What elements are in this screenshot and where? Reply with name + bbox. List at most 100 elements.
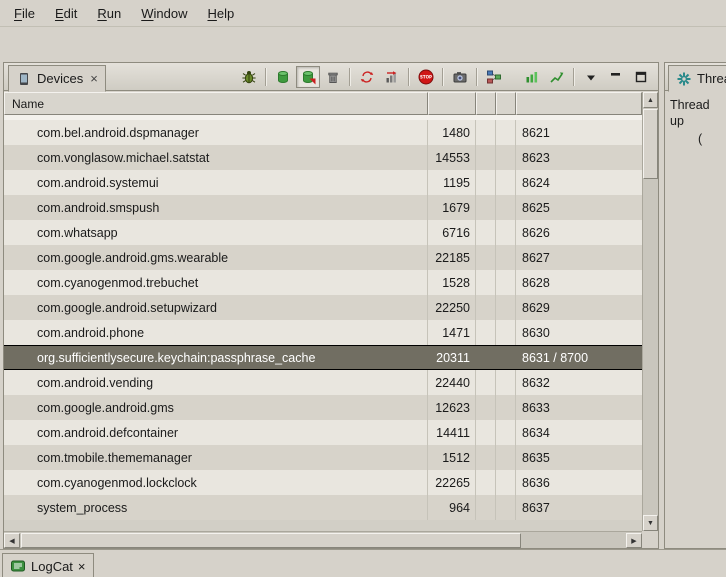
devices-toolbar: STOP bbox=[237, 66, 653, 88]
table-row[interactable]: com.cyanogenmod.lockclock222658636 bbox=[4, 470, 642, 495]
maximize-button[interactable] bbox=[629, 66, 653, 88]
process-pid: 1195 bbox=[428, 170, 476, 195]
toolbar-separator bbox=[265, 68, 267, 86]
devices-tabbar: Devices × bbox=[4, 63, 658, 91]
table-row[interactable]: com.bel.android.dspmanager1480 8621 bbox=[4, 120, 642, 145]
close-icon[interactable]: × bbox=[78, 559, 86, 574]
threads-icon bbox=[676, 71, 692, 87]
tab-devices[interactable]: Devices × bbox=[8, 65, 106, 92]
process-name: com.google.android.gms.wearable bbox=[4, 245, 428, 270]
process-pid: 12623 bbox=[428, 395, 476, 420]
process-name: com.cyanogenmod.lockclock bbox=[4, 470, 428, 495]
table-row[interactable]: com.android.defcontainer144118634 bbox=[4, 420, 642, 445]
table-row[interactable]: com.whatsapp67168626 bbox=[4, 220, 642, 245]
vertical-scrollbar[interactable]: ▲ ▼ bbox=[642, 92, 658, 531]
tab-logcat-label: LogCat bbox=[31, 559, 73, 574]
threads-body: Thread up ( bbox=[665, 91, 726, 155]
dump-hprof-button[interactable] bbox=[296, 66, 320, 88]
table-row[interactable]: system_process9648637 bbox=[4, 495, 642, 520]
process-pid: 1471 bbox=[428, 320, 476, 345]
table-row[interactable]: com.cyanogenmod.trebuchet1528 8628 bbox=[4, 270, 642, 295]
process-name: system_process bbox=[4, 495, 428, 520]
table-row[interactable]: com.google.android.setupwizard222508629 bbox=[4, 295, 642, 320]
process-name: com.cyanogenmod.trebuchet bbox=[4, 270, 428, 295]
process-port: 8628 bbox=[516, 270, 642, 295]
column-header-name[interactable]: Name bbox=[4, 92, 428, 115]
tab-logcat[interactable]: LogCat × bbox=[2, 553, 94, 577]
horizontal-scrollbar[interactable]: ◀ ▶ bbox=[4, 531, 642, 548]
toolbar-separator bbox=[349, 68, 351, 86]
process-name: com.tmobile.thememanager bbox=[4, 445, 428, 470]
scroll-right-arrow[interactable]: ▶ bbox=[626, 533, 642, 548]
table-row[interactable]: com.vonglasow.michael.satstat145538623 bbox=[4, 145, 642, 170]
process-pid: 1528 bbox=[428, 270, 476, 295]
table-row[interactable]: com.android.phone14718630 bbox=[4, 320, 642, 345]
menu-item-help[interactable]: Help bbox=[197, 0, 244, 26]
process-name: com.whatsapp bbox=[4, 220, 428, 245]
process-port: 8637 bbox=[516, 495, 642, 520]
scroll-up-arrow[interactable]: ▲ bbox=[643, 92, 658, 108]
svg-text:STOP: STOP bbox=[420, 75, 432, 80]
process-pid: 1480 bbox=[428, 120, 476, 145]
process-pid: 22440 bbox=[428, 370, 476, 395]
cause-gc-button[interactable] bbox=[321, 66, 345, 88]
process-name: org.sufficientlysecure.keychain:passphra… bbox=[4, 346, 428, 369]
method-profiling-button[interactable] bbox=[380, 66, 404, 88]
tracker-graph-button[interactable] bbox=[545, 66, 569, 88]
update-threads-button[interactable] bbox=[355, 66, 379, 88]
heap-cylinder-icon bbox=[275, 69, 291, 85]
process-port: 8623 bbox=[516, 145, 642, 170]
table-row[interactable]: com.android.vending22440 8632 bbox=[4, 370, 642, 395]
process-port: 8621 bbox=[516, 120, 642, 145]
column-header-blank-2[interactable] bbox=[496, 92, 516, 115]
table-row[interactable]: com.google.android.gms.wearable221858627 bbox=[4, 245, 642, 270]
process-port: 8629 bbox=[516, 295, 642, 320]
view-hierarchy-icon bbox=[486, 69, 502, 85]
process-pid: 6716 bbox=[428, 220, 476, 245]
tab-devices-label: Devices bbox=[37, 71, 83, 86]
threads-tabbar: Threa bbox=[665, 63, 726, 91]
menu-item-file[interactable]: File bbox=[4, 0, 45, 26]
minimize-button[interactable] bbox=[604, 66, 628, 88]
view-menu-button[interactable] bbox=[579, 66, 603, 88]
debug-bug-icon bbox=[241, 69, 257, 85]
screen-capture-button[interactable] bbox=[448, 66, 472, 88]
toolbar-separator bbox=[442, 68, 444, 86]
column-header-pid[interactable] bbox=[428, 92, 476, 115]
close-icon[interactable]: × bbox=[90, 72, 98, 85]
menu-item-run[interactable]: Run bbox=[87, 0, 131, 26]
process-pid: 20311 bbox=[428, 346, 476, 369]
debug-attach-button[interactable] bbox=[237, 66, 261, 88]
process-port: 8632 bbox=[516, 370, 642, 395]
update-heap-button[interactable] bbox=[271, 66, 295, 88]
process-name: com.android.vending bbox=[4, 370, 428, 395]
table-row[interactable]: com.google.android.gms126238633 bbox=[4, 395, 642, 420]
process-pid: 22265 bbox=[428, 470, 476, 495]
tracker-bars-button[interactable] bbox=[520, 66, 544, 88]
vertical-scroll-thumb[interactable] bbox=[643, 109, 658, 179]
menu-item-edit[interactable]: Edit bbox=[45, 0, 87, 26]
menu-item-window[interactable]: Window bbox=[131, 0, 197, 26]
table-row[interactable]: org.sufficientlysecure.keychain:passphra… bbox=[4, 345, 642, 370]
tab-threads[interactable]: Threa bbox=[668, 65, 726, 92]
threads-panel: Threa Thread up ( bbox=[664, 62, 726, 549]
process-name: com.google.android.setupwizard bbox=[4, 295, 428, 320]
process-port: 8630 bbox=[516, 320, 642, 345]
logcat-icon bbox=[10, 558, 26, 574]
main-toolbar bbox=[0, 27, 726, 61]
scroll-down-arrow[interactable]: ▼ bbox=[643, 515, 658, 531]
application-window: FileEditRunWindowHelp Devices × bbox=[0, 0, 726, 577]
stop-process-button[interactable]: STOP bbox=[414, 66, 438, 88]
table-row[interactable]: com.tmobile.thememanager15128635 bbox=[4, 445, 642, 470]
table-row[interactable]: com.android.smspush16798625 bbox=[4, 195, 642, 220]
process-port: 8625 bbox=[516, 195, 642, 220]
camera-icon bbox=[452, 69, 468, 85]
process-name: com.bel.android.dspmanager bbox=[4, 120, 428, 145]
table-row[interactable]: com.android.systemui11958624 bbox=[4, 170, 642, 195]
column-header-blank-1[interactable] bbox=[476, 92, 496, 115]
scroll-left-arrow[interactable]: ◀ bbox=[4, 533, 20, 548]
tab-threads-label: Threa bbox=[697, 71, 726, 86]
horizontal-scroll-thumb[interactable] bbox=[21, 533, 521, 548]
column-header-port[interactable] bbox=[516, 92, 642, 115]
view-hierarchy-button[interactable] bbox=[482, 66, 506, 88]
